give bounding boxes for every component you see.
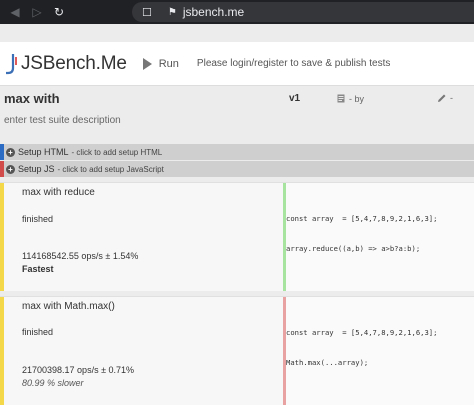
- back-arrow-icon[interactable]: ◀: [4, 0, 26, 24]
- author-byline: - by: [349, 94, 365, 104]
- case-title[interactable]: max with Math.max(): [22, 301, 115, 312]
- code-status-bar: [283, 297, 286, 405]
- code-line: const array = [5,4,7,8,9,2,1,6,3];: [286, 328, 438, 337]
- url-text[interactable]: jsbench.me: [183, 5, 244, 19]
- setup-html-hint: - click to add setup HTML: [71, 147, 163, 157]
- logo-text: JSBench.Me: [21, 52, 127, 74]
- setup-js-bar[interactable]: + Setup JS - click to add setup JavaScri…: [0, 161, 474, 177]
- suite-info: max with v1 - by - enter test suite desc…: [0, 86, 474, 144]
- case-verdict: Fastest: [22, 264, 54, 274]
- case-title[interactable]: max with reduce: [22, 187, 95, 198]
- test-case: max with Math.max() finished 21700398.17…: [0, 296, 474, 405]
- case-accent-bar: [0, 183, 4, 291]
- address-bar[interactable]: ☐ ⚑ jsbench.me: [132, 2, 474, 22]
- bookmark-icon[interactable]: ☐: [142, 6, 152, 19]
- version-label: v1: [289, 93, 301, 104]
- case-status: finished: [22, 327, 54, 337]
- play-icon: [142, 57, 152, 70]
- case-accent-bar: [0, 297, 4, 405]
- code-line: const array = [5,4,7,8,9,2,1,6,3];: [286, 214, 438, 223]
- lock-icon[interactable]: ⚑: [168, 7, 177, 18]
- case-ops: 21700398.17 ops/s ± 0.71%: [22, 365, 135, 375]
- browser-toolbar: ◀ ▷ ↻ ☐ ⚑ jsbench.me: [0, 0, 474, 24]
- code-line: Math.max(...array);: [286, 358, 369, 367]
- code-line: array.reduce((a,b) => a>b?a:b);: [286, 244, 421, 253]
- code-editor[interactable]: const array = [5,4,7,8,9,2,1,6,3]; array…: [283, 183, 474, 291]
- reload-icon[interactable]: ↻: [48, 0, 70, 24]
- plus-icon: +: [6, 164, 15, 174]
- pencil-icon[interactable]: [436, 93, 447, 104]
- edit-dash: -: [450, 93, 453, 103]
- setup-html-bar[interactable]: + Setup HTML - click to add setup HTML: [0, 144, 474, 160]
- suite-title[interactable]: max with: [4, 91, 60, 106]
- logo[interactable]: JSBench.Me: [4, 53, 127, 75]
- code-editor[interactable]: const array = [5,4,7,8,9,2,1,6,3]; Math.…: [283, 297, 474, 405]
- test-case: max with reduce finished 114168542.55 op…: [0, 182, 474, 291]
- logo-icon: [6, 53, 17, 74]
- setup-js-label: Setup JS: [18, 164, 55, 174]
- suite-description-input[interactable]: enter test suite description: [4, 115, 121, 126]
- code-status-bar: [283, 183, 286, 291]
- plus-icon: +: [6, 147, 15, 157]
- case-status: finished: [22, 214, 54, 224]
- login-note: Please login/register to save & publish …: [196, 58, 391, 69]
- app-header: JSBench.Me Run Please login/register to …: [0, 42, 474, 86]
- run-label: Run: [158, 57, 179, 70]
- document-icon: [337, 94, 345, 103]
- setup-html-label: Setup HTML: [18, 147, 69, 157]
- case-verdict: 80.99 % slower: [22, 378, 84, 388]
- case-ops: 114168542.55 ops/s ± 1.54%: [22, 251, 139, 261]
- setup-js-hint: - click to add setup JavaScript: [57, 164, 164, 174]
- run-button[interactable]: Run: [142, 57, 179, 70]
- forward-arrow-icon[interactable]: ▷: [26, 0, 48, 24]
